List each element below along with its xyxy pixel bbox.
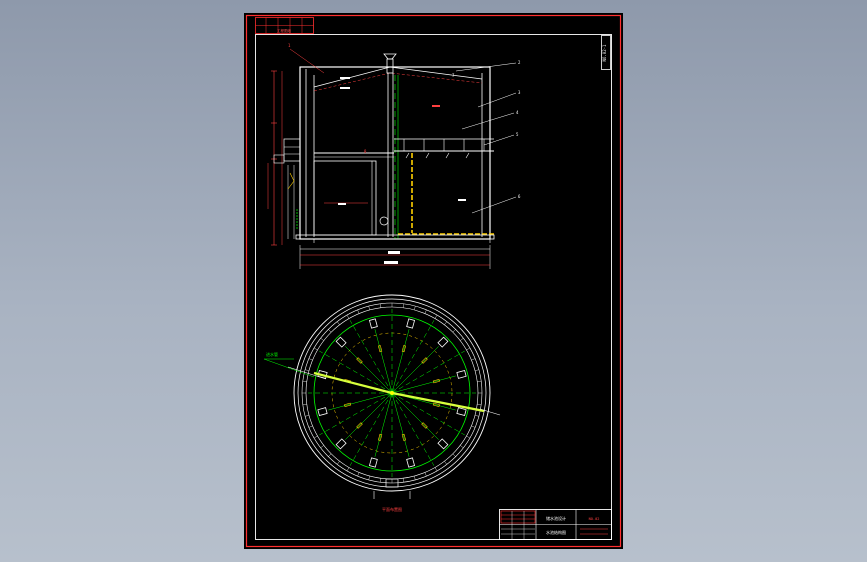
title-block-project: 储水池设计 — [546, 515, 566, 521]
plan-view[interactable]: 进水管 平面布置图 — [263, 294, 501, 512]
header-stamp-text: 工程图纸 — [277, 28, 291, 33]
section-view[interactable]: 1 2 3 4 5 6 7 8 — [267, 43, 521, 269]
cad-viewport[interactable]: 工程图纸 NO.02-1 1 2 3 4 5 6 7 8 进水管 平面布置图 储… — [0, 0, 867, 562]
section-label-4: 4 — [516, 110, 519, 115]
title-block-drawing-title: 水池结构图 — [546, 529, 566, 535]
plan-callout: 进水管 — [266, 351, 278, 357]
section-label-2: 2 — [518, 60, 521, 65]
side-stamp-text: NO.02-1 — [602, 44, 607, 61]
section-label-5: 5 — [516, 132, 519, 137]
title-block-drawing-no: NO.02 — [589, 517, 600, 521]
drawing-canvas[interactable]: 工程图纸 NO.02-1 1 2 3 4 5 6 7 8 进水管 平面布置图 储… — [244, 13, 623, 549]
section-label-1: 1 — [288, 43, 291, 48]
section-label-3: 3 — [518, 90, 521, 95]
title-block[interactable]: 储水池设计 水池结构图 NO.02 — [499, 509, 612, 540]
section-label-6: 6 — [518, 194, 521, 199]
drawing-sheet[interactable]: 工程图纸 NO.02-1 1 2 3 4 5 6 7 8 进水管 平面布置图 储… — [244, 13, 623, 549]
plan-caption: 平面布置图 — [382, 506, 402, 512]
outer-frame — [245, 14, 622, 548]
inner-frame — [255, 34, 612, 540]
side-stamp: NO.02-1 — [601, 35, 611, 70]
header-stamp: 工程图纸 — [255, 17, 314, 34]
